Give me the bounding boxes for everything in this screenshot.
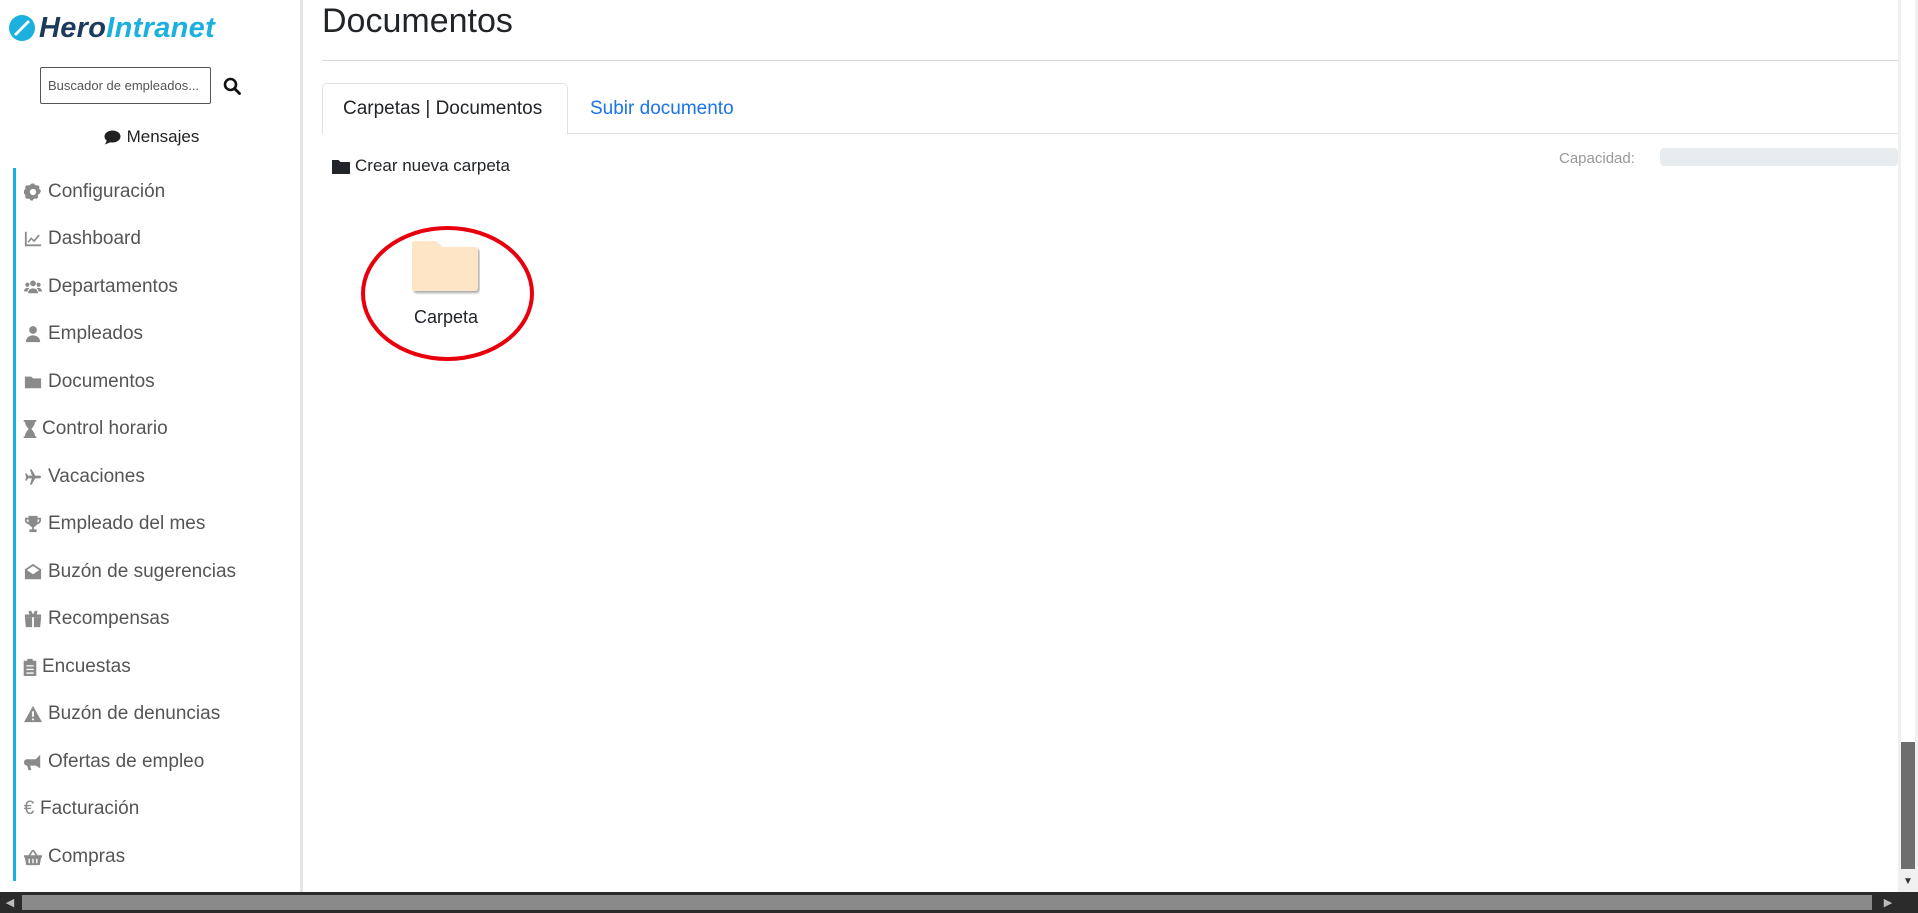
- folder-name: Carpeta: [413, 307, 479, 327]
- horizontal-scrollbar[interactable]: ◀ ▶: [0, 892, 1918, 913]
- vertical-scrollbar[interactable]: ▼: [1898, 0, 1918, 892]
- sidebar-item-dashboard[interactable]: Dashboard: [13, 215, 300, 263]
- folder-icon: [412, 241, 478, 291]
- folder-icon: [23, 372, 43, 392]
- create-folder-button[interactable]: Crear nueva carpeta: [332, 156, 510, 176]
- logo-text-hero: Hero: [39, 11, 107, 44]
- tab-label: Carpetas | Documentos: [343, 98, 543, 119]
- messages-label: Mensajes: [126, 127, 200, 146]
- sidebar-item-label: Buzón de denuncias: [48, 703, 221, 725]
- bullhorn-icon: [23, 752, 43, 772]
- employee-search-input[interactable]: [40, 67, 211, 104]
- sidebar-item-documentos[interactable]: Documentos: [13, 358, 300, 406]
- tab-upload-document[interactable]: Subir documento: [590, 83, 734, 135]
- hourglass-icon: [23, 419, 37, 439]
- sidebar-item-vacaciones[interactable]: Vacaciones: [13, 453, 300, 501]
- sidebar-item-label: Compras: [48, 845, 126, 867]
- folder-item[interactable]: Carpeta: [366, 237, 526, 357]
- scroll-left-arrow-icon[interactable]: ◀: [0, 892, 20, 913]
- vertical-scrollbar-track: [1901, 0, 1915, 742]
- user-icon: [23, 324, 43, 344]
- sidebar-item-label: Facturación: [40, 798, 140, 820]
- folder-icon: [332, 159, 350, 174]
- sidebar-item-encuestas[interactable]: Encuestas: [13, 643, 300, 691]
- logo-text-intranet: Intranet: [106, 11, 216, 44]
- sidebar-item-empleados[interactable]: Empleados: [13, 310, 300, 358]
- comment-icon: [104, 130, 121, 145]
- title-divider: [322, 60, 1898, 61]
- sidebar-item-label: Configuración: [48, 180, 166, 202]
- page-title: Documentos: [322, 2, 513, 40]
- scroll-right-arrow-icon[interactable]: ▶: [1878, 892, 1898, 913]
- warning-icon: [23, 704, 43, 724]
- main-content: Documentos Carpetas | Documentos Subir d…: [322, 0, 1898, 892]
- search-button[interactable]: [221, 75, 243, 97]
- sidebar: Hero Intranet Mensajes: [0, 0, 303, 892]
- sidebar-item-buzon-denuncias[interactable]: Buzón de denuncias: [13, 690, 300, 738]
- sidebar-item-buzon-sugerencias[interactable]: Buzón de sugerencias: [13, 548, 300, 596]
- sidebar-item-label: Documentos: [48, 370, 155, 392]
- euro-icon: €: [23, 798, 35, 820]
- horizontal-scrollbar-thumb[interactable]: [22, 895, 1872, 910]
- tab-bar: Carpetas | Documentos Subir documento: [322, 83, 1898, 135]
- basket-icon: [23, 847, 43, 867]
- vertical-scrollbar-thumb[interactable]: [1901, 742, 1915, 869]
- sidebar-item-label: Encuestas: [42, 655, 131, 677]
- sidebar-item-label: Recompensas: [48, 608, 170, 630]
- sidebar-item-facturacion[interactable]: € Facturación: [13, 785, 300, 833]
- envelope-open-icon: [23, 562, 43, 582]
- tab-folders-documents[interactable]: Carpetas | Documentos: [322, 83, 568, 135]
- search-icon: [223, 77, 241, 95]
- create-folder-label: Crear nueva carpeta: [355, 156, 510, 175]
- sidebar-item-label: Empleado del mes: [48, 513, 206, 535]
- plane-icon: [23, 467, 43, 487]
- sidebar-item-label: Vacaciones: [48, 465, 145, 487]
- sidebar-item-control-horario[interactable]: Control horario: [13, 405, 300, 453]
- sidebar-item-recompensas[interactable]: Recompensas: [13, 595, 300, 643]
- messages-link[interactable]: Mensajes: [0, 126, 300, 148]
- logo-mark-icon: [9, 15, 35, 41]
- tab-label: Subir documento: [590, 98, 734, 119]
- employee-search: [40, 67, 243, 104]
- capacity-label: Capacidad:: [1559, 150, 1635, 167]
- app-window: Hero Intranet Mensajes: [0, 0, 1918, 913]
- sidebar-item-label: Ofertas de empleo: [48, 750, 205, 772]
- chart-line-icon: [23, 229, 43, 249]
- clipboard-list-icon: [23, 657, 37, 677]
- trophy-icon: [23, 514, 43, 534]
- sidebar-item-compras[interactable]: Compras: [13, 833, 300, 881]
- sidebar-item-label: Empleados: [48, 323, 144, 345]
- users-icon: [23, 277, 43, 297]
- gifts-icon: [23, 609, 43, 629]
- sidebar-item-ofertas-empleo[interactable]: Ofertas de empleo: [13, 738, 300, 786]
- scroll-down-arrow-icon[interactable]: ▼: [1898, 872, 1918, 890]
- gear-icon: [23, 182, 43, 202]
- sidebar-item-label: Dashboard: [48, 228, 141, 250]
- sidebar-item-label: Control horario: [42, 418, 168, 440]
- sidebar-item-label: Departamentos: [48, 275, 178, 297]
- sidebar-item-empleado-del-mes[interactable]: Empleado del mes: [13, 500, 300, 548]
- sidebar-item-label: Buzón de sugerencias: [48, 560, 237, 582]
- capacity-progress-bar: [1660, 148, 1898, 166]
- sidebar-item-configuracion[interactable]: Configuración: [13, 168, 300, 216]
- sidebar-nav: Configuración Dashboard Departamentos Em…: [13, 168, 300, 881]
- logo[interactable]: Hero Intranet: [8, 10, 215, 46]
- sidebar-item-departamentos[interactable]: Departamentos: [13, 263, 300, 311]
